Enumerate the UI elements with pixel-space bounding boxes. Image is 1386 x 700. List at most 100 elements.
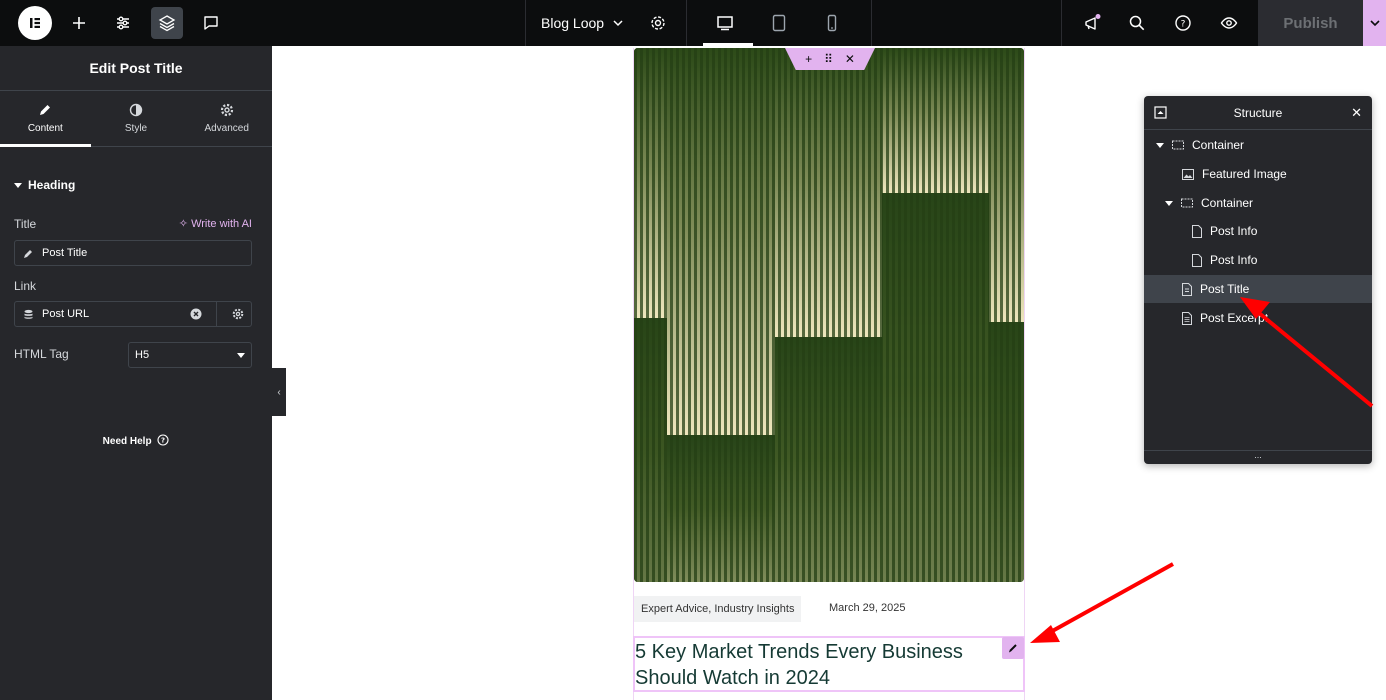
title-field-value: Post Title (42, 247, 88, 259)
structure-item[interactable]: Post Excerpt (1144, 304, 1372, 332)
link-dynamic-field[interactable]: Post URL (14, 301, 252, 327)
html-tag-label: HTML Tag (14, 347, 69, 361)
container-icon (1181, 198, 1193, 208)
post-info-icon (1192, 224, 1202, 238)
structure-item-label: Post Title (1200, 282, 1250, 296)
need-help-label: Need Help (102, 436, 152, 447)
publish-button[interactable]: Publish (1258, 0, 1363, 46)
collapse-panel-button[interactable]: ‹ (272, 368, 286, 416)
post-title-widget[interactable]: 5 Key Market Trends Every Business Shoul… (633, 636, 1025, 692)
preview-icon[interactable] (1213, 7, 1245, 39)
structure-item[interactable]: Post Info (1144, 246, 1372, 274)
resize-handle[interactable]: ... (1144, 450, 1372, 464)
divider (216, 302, 217, 326)
drag-handle-icon[interactable]: ⠿ (824, 52, 833, 66)
structure-header: Structure ✕ (1144, 96, 1372, 130)
write-with-ai-label: Write with AI (191, 218, 252, 230)
structure-item[interactable]: Container (1144, 189, 1372, 217)
structure-item-label: Post Excerpt (1200, 311, 1269, 325)
link-field-value: Post URL (42, 308, 90, 320)
arrow-to-post-title (1030, 562, 1174, 643)
divider (871, 0, 872, 46)
clear-icon[interactable] (190, 308, 202, 320)
post-info-icon (1192, 253, 1202, 267)
mobile-icon[interactable] (816, 7, 848, 39)
help-icon[interactable]: ? (1167, 7, 1199, 39)
title-dynamic-field[interactable]: Post Title (14, 240, 252, 266)
structure-item-label: Post Info (1210, 224, 1258, 238)
featured-image[interactable] (634, 48, 1024, 582)
layers-icon[interactable] (151, 7, 183, 39)
tab-style-label: Style (124, 123, 148, 134)
caret-down-icon[interactable] (1165, 199, 1173, 207)
caret-down-icon (14, 183, 22, 188)
desktop-icon[interactable] (709, 7, 741, 39)
database-icon (24, 309, 33, 319)
elementor-logo-icon[interactable] (18, 6, 52, 40)
editor-panel: Edit Post Title Content Style Advanced H… (0, 46, 272, 700)
edit-widget-button[interactable] (1002, 637, 1024, 659)
svg-text:?: ? (1181, 20, 1186, 30)
tab-advanced[interactable]: Advanced (181, 91, 272, 146)
need-help-link[interactable]: Need Help ? (0, 434, 272, 447)
section-heading-label: Heading (28, 178, 76, 192)
divider (525, 0, 526, 46)
chevron-down-icon[interactable] (604, 7, 632, 39)
container-handle: + ⠿ ✕ (785, 48, 875, 70)
image-icon (1182, 168, 1194, 180)
tab-advanced-label: Advanced (204, 123, 249, 134)
tab-content[interactable]: Content (0, 91, 91, 147)
add-icon[interactable]: + (805, 52, 812, 66)
ai-sparkle-icon: ✧ (178, 218, 188, 230)
gear-icon (220, 103, 233, 117)
dynamic-tag-icon (24, 249, 32, 258)
html-tag-select[interactable]: H5 (128, 342, 252, 368)
close-icon[interactable]: ✕ (1351, 105, 1362, 121)
search-icon[interactable] (1121, 7, 1153, 39)
pencil-icon (40, 105, 51, 115)
close-icon[interactable]: ✕ (845, 52, 855, 66)
post-info-date[interactable]: March 29, 2025 (829, 602, 905, 614)
post-info-categories[interactable]: Expert Advice, Industry Insights (634, 596, 802, 622)
top-bar: Blog Loop ? Publish (0, 0, 1386, 46)
structure-item-label: Container (1192, 138, 1245, 152)
structure-item-selected[interactable]: Post Title (1144, 275, 1372, 303)
divider (686, 0, 687, 46)
structure-title: Structure (1233, 105, 1283, 120)
chevron-left-icon: ‹ (277, 386, 281, 398)
panel-title: Edit Post Title (0, 46, 272, 91)
panel-tabs: Content Style Advanced (0, 91, 272, 147)
whats-new-icon[interactable] (1076, 7, 1108, 39)
tab-style[interactable]: Style (91, 91, 182, 146)
structure-item-label: Post Info (1210, 253, 1258, 267)
document-title[interactable]: Blog Loop (541, 15, 604, 31)
post-title-icon (1182, 282, 1192, 296)
gear-icon[interactable] (232, 308, 244, 320)
settings-sliders-icon[interactable] (107, 7, 139, 39)
caret-down-icon (237, 353, 245, 358)
post-excerpt-icon (1182, 311, 1192, 325)
structure-panel: Structure ✕ Container Featured Image Con… (1144, 96, 1372, 464)
link-label: Link (14, 279, 37, 293)
html-tag-value: H5 (135, 349, 150, 361)
caret-down-icon[interactable] (1156, 141, 1164, 149)
container-icon (1172, 140, 1184, 150)
structure-icon[interactable] (1154, 106, 1167, 119)
active-device-indicator (703, 43, 753, 46)
tab-content-label: Content (27, 123, 63, 134)
add-icon[interactable] (63, 7, 95, 39)
featured-image-art (634, 48, 1024, 582)
contrast-icon (129, 103, 143, 117)
pencil-icon (1009, 644, 1017, 653)
structure-item[interactable]: Featured Image (1144, 160, 1372, 188)
help-icon: ? (157, 434, 169, 446)
divider (1061, 0, 1062, 46)
write-with-ai-button[interactable]: ✧ Write with AI (179, 217, 252, 230)
structure-item[interactable]: Post Info (1144, 217, 1372, 245)
tablet-icon[interactable] (763, 7, 795, 39)
page-settings-icon[interactable] (642, 7, 674, 39)
structure-item[interactable]: Container (1144, 131, 1372, 159)
comments-icon[interactable] (195, 7, 227, 39)
publish-options-button[interactable] (1363, 0, 1386, 46)
heading-section-toggle[interactable]: Heading (14, 178, 75, 192)
